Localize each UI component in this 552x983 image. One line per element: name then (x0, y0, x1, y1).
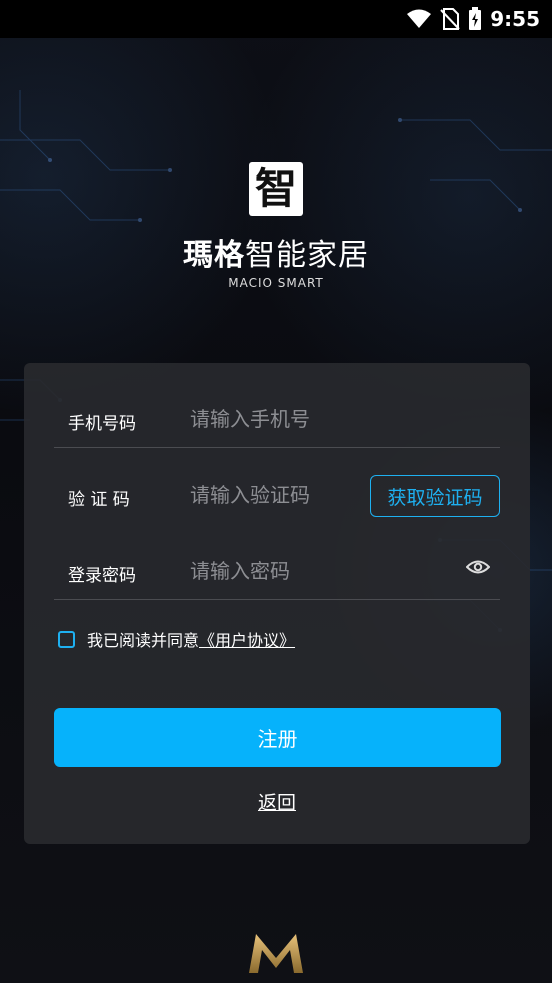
eye-icon[interactable] (466, 559, 490, 575)
code-input[interactable] (188, 477, 372, 513)
phone-row: 手机号码 (54, 387, 500, 448)
agreement-row: 我已阅读并同意 《用户协议》 (58, 627, 295, 651)
password-row: 登录密码 (54, 539, 500, 600)
app-logo-char: 智 (254, 164, 297, 213)
register-card: 手机号码 验 证 码 获取验证码 登录密码 我已阅读并同意 《用户协议》 注册 … (24, 363, 530, 844)
phone-label: 手机号码 (68, 414, 136, 434)
phone-input[interactable] (188, 401, 372, 437)
no-sim-icon (440, 8, 460, 30)
password-label: 登录密码 (68, 566, 136, 586)
app-logo: 智 (249, 162, 303, 216)
battery-charging-icon (469, 7, 481, 30)
brand-name-bold: 瑪格 (183, 238, 245, 273)
brand-name-rest: 智能家居 (245, 238, 369, 273)
register-button[interactable]: 注册 (54, 708, 501, 767)
status-bar: 9:55 (0, 0, 552, 38)
brand-m-logo (249, 934, 303, 973)
status-icons (406, 7, 482, 31)
brand-name: 瑪格智能家居 (0, 230, 552, 274)
code-row: 验 证 码 获取验证码 (54, 463, 500, 523)
agreement-text: 我已阅读并同意 (87, 631, 200, 650)
wifi-icon (407, 9, 431, 28)
code-label: 验 证 码 (68, 490, 130, 510)
password-input[interactable] (188, 553, 372, 589)
get-code-button[interactable]: 获取验证码 (370, 475, 500, 517)
user-agreement-link[interactable]: 《用户协议》 (199, 627, 295, 651)
back-link[interactable]: 返回 (24, 788, 530, 815)
agreement-checkbox[interactable] (58, 630, 75, 648)
status-time: 9:55 (490, 7, 540, 31)
brand-subtitle: MACIO SMART (228, 276, 324, 290)
